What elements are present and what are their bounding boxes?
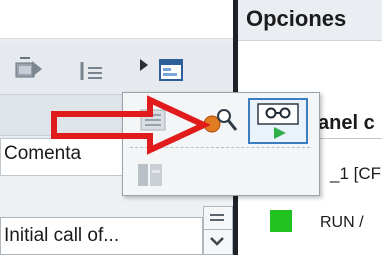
dropdown-button[interactable] (203, 229, 233, 255)
options-title: Opciones (246, 6, 347, 31)
indent-list-icon[interactable] (78, 58, 112, 84)
expand-arrow-icon[interactable] (138, 57, 150, 73)
scroll-lines-icon (210, 214, 224, 221)
left-top-blank (0, 0, 233, 39)
cpu-label: _1 [CF (330, 164, 382, 183)
monitor-glasses-icon (257, 103, 299, 139)
properties-window-icon[interactable] (158, 56, 186, 84)
download-to-device-icon[interactable] (14, 55, 44, 83)
monitor-button[interactable] (248, 98, 308, 144)
run-status-label: RUN / (320, 214, 364, 231)
panel-heading: anel c (318, 112, 375, 134)
run-status-indicator (270, 210, 292, 232)
comment-value-text: Initial call of... (4, 225, 120, 246)
red-outline-arrow (51, 95, 210, 155)
chevron-down-icon (210, 237, 224, 246)
scroll-up-button[interactable] (203, 206, 233, 230)
disabled-item-icon (138, 164, 162, 186)
panel-separator (318, 138, 382, 139)
